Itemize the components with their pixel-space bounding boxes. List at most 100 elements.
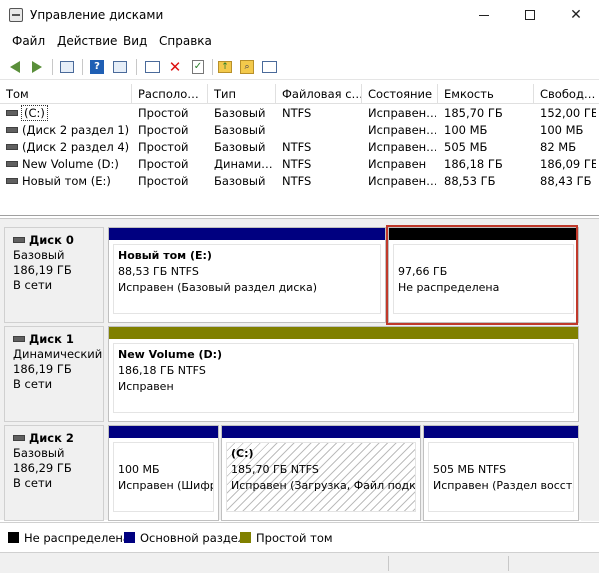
legend-swatch-primary	[124, 532, 135, 543]
table-row[interactable]: (Диск 2 раздел 4) Простой Базовый NTFS И…	[0, 139, 599, 156]
table-row[interactable]: (C:) Простой Базовый NTFS Исправен… 185,…	[0, 105, 599, 122]
partition-unallocated[interactable]: 97,66 ГБ Не распределена	[388, 227, 579, 323]
partition-body: 97,66 ГБ Не распределена	[393, 244, 574, 314]
volume-type: Динами…	[214, 157, 273, 171]
partition-name: (C:)	[231, 447, 254, 460]
volume-filesystem: NTFS	[282, 106, 312, 120]
volume-free: 186,09 ГБ	[540, 157, 596, 171]
legend-item: Простой том	[240, 531, 333, 545]
check-button[interactable]: ✓	[189, 58, 207, 76]
partition[interactable]: New Volume (D:) 186,18 ГБ NTFS Исправен	[108, 326, 579, 422]
partition[interactable]: Новый том (E:) 88,53 ГБ NTFS Исправен (Б…	[108, 227, 386, 323]
partition-body: 100 МБ Исправен (Шифро	[113, 442, 214, 512]
back-icon	[10, 61, 20, 73]
disk-type: Базовый	[13, 446, 65, 460]
column-header-volume[interactable]: Том	[0, 84, 132, 104]
list-view-icon	[261, 61, 277, 73]
volume-layout: Простой	[138, 140, 189, 154]
drive-icon	[6, 126, 18, 133]
toolbar-separator	[82, 59, 83, 75]
vertical-scrollbar[interactable]	[581, 219, 599, 521]
partition[interactable]: 100 МБ Исправен (Шифро	[108, 425, 219, 521]
menu-help[interactable]: Справка	[159, 34, 212, 48]
table-row[interactable]: New Volume (D:) Простой Динами… NTFS Исп…	[0, 156, 599, 173]
connect-disk-icon	[144, 61, 160, 73]
list-view-button[interactable]	[260, 58, 278, 76]
menu-action[interactable]: Действие	[57, 34, 117, 48]
menu-view[interactable]: Вид	[123, 34, 147, 48]
partition-body: (C:) 185,70 ГБ NTFS Исправен (Загрузка, …	[226, 442, 416, 512]
volume-filesystem: NTFS	[282, 174, 312, 188]
column-header-filesystem[interactable]: Файловая с…	[276, 84, 362, 104]
legend-swatch-unallocated	[8, 532, 19, 543]
volume-capacity: 505 МБ	[444, 140, 488, 154]
disk-label[interactable]: Диск 2 Базовый 186,29 ГБ В сети	[4, 425, 104, 521]
disk-name: Диск 1	[29, 332, 74, 346]
column-header-layout[interactable]: Располо…	[132, 84, 208, 104]
properties-button[interactable]	[111, 58, 129, 76]
volume-free: 88,43 ГБ	[540, 174, 592, 188]
close-button[interactable]: ✕	[553, 0, 599, 30]
volume-status: Исправен…	[368, 140, 436, 154]
partition-body: 505 МБ NTFS Исправен (Раздел восстан	[428, 442, 574, 512]
minimize-button[interactable]	[461, 0, 507, 30]
volume-free: 82 МБ	[540, 140, 577, 154]
partition-size: 100 МБ	[118, 463, 160, 476]
legend-swatch-simple	[240, 532, 251, 543]
volume-type: Базовый	[214, 140, 266, 154]
toolbar-separator	[52, 59, 53, 75]
delete-button[interactable]: ✕	[166, 58, 184, 76]
disk-row: Диск 2 Базовый 186,29 ГБ В сети 100 МБ И…	[4, 425, 579, 521]
disk-name: Диск 2	[29, 431, 74, 445]
partition[interactable]: 505 МБ NTFS Исправен (Раздел восстан	[423, 425, 579, 521]
properties-icon	[113, 61, 127, 73]
partition-status: Исправен (Загрузка, Файл подкач	[231, 479, 416, 492]
partition-bar-primary	[109, 228, 385, 240]
volume-filesystem	[282, 122, 360, 139]
legend-label: Простой том	[256, 531, 333, 545]
toolbar-separator	[212, 59, 213, 75]
connect-disk-button[interactable]	[143, 58, 161, 76]
disk-label[interactable]: Диск 0 Базовый 186,19 ГБ В сети	[4, 227, 104, 323]
status-separator	[388, 556, 389, 571]
disk-state: В сети	[13, 278, 53, 292]
drive-icon	[6, 177, 18, 184]
column-header-status[interactable]: Состояние	[362, 84, 438, 104]
volume-filesystem: NTFS	[282, 157, 312, 171]
drive-icon	[6, 160, 18, 167]
menu-file[interactable]: Файл	[12, 34, 45, 48]
column-header-capacity[interactable]: Емкость	[438, 84, 534, 104]
disk-label[interactable]: Диск 1 Динамический 186,19 ГБ В сети	[4, 326, 104, 422]
partition-status: Не распределена	[398, 281, 500, 294]
delete-icon: ✕	[168, 58, 182, 76]
partition-body: Новый том (E:) 88,53 ГБ NTFS Исправен (Б…	[113, 244, 381, 314]
search-button[interactable]: ⌕	[238, 58, 256, 76]
volume-name: New Volume (D:)	[22, 157, 119, 171]
maximize-button[interactable]	[507, 0, 553, 30]
table-row[interactable]: Новый том (E:) Простой Базовый NTFS Испр…	[0, 173, 599, 190]
folder-up-button[interactable]: ↑	[216, 58, 234, 76]
check-icon: ✓	[192, 60, 204, 74]
back-button[interactable]	[6, 58, 24, 76]
forward-button[interactable]	[28, 58, 46, 76]
column-header-free[interactable]: Свобод…	[534, 84, 599, 104]
show-hide-tree-button[interactable]	[58, 58, 76, 76]
disk-name: Диск 0	[29, 233, 74, 247]
partition[interactable]: (C:) 185,70 ГБ NTFS Исправен (Загрузка, …	[221, 425, 421, 521]
disk-icon	[13, 335, 25, 342]
partition-size-fs: 88,53 ГБ NTFS	[118, 265, 199, 278]
table-row[interactable]: (Диск 2 раздел 1) Простой Базовый Исправ…	[0, 122, 599, 139]
volume-list: Том Располо… Тип Файловая с… Состояние Е…	[0, 84, 599, 216]
volume-name: (Диск 2 раздел 4)	[22, 140, 130, 154]
partition-name: New Volume (D:)	[118, 348, 223, 361]
help-button[interactable]: ?	[88, 58, 106, 76]
volume-free: 100 МБ	[540, 123, 584, 137]
legend: Не распределена Основной раздел Простой …	[0, 522, 599, 550]
drive-icon	[6, 109, 18, 116]
disk-management-app-icon	[9, 8, 23, 22]
column-header-type[interactable]: Тип	[208, 84, 276, 104]
search-icon: ⌕	[240, 60, 254, 74]
volume-name: (Диск 2 раздел 1)	[22, 123, 130, 137]
disk-type: Базовый	[13, 248, 65, 262]
volume-type: Базовый	[214, 106, 266, 120]
